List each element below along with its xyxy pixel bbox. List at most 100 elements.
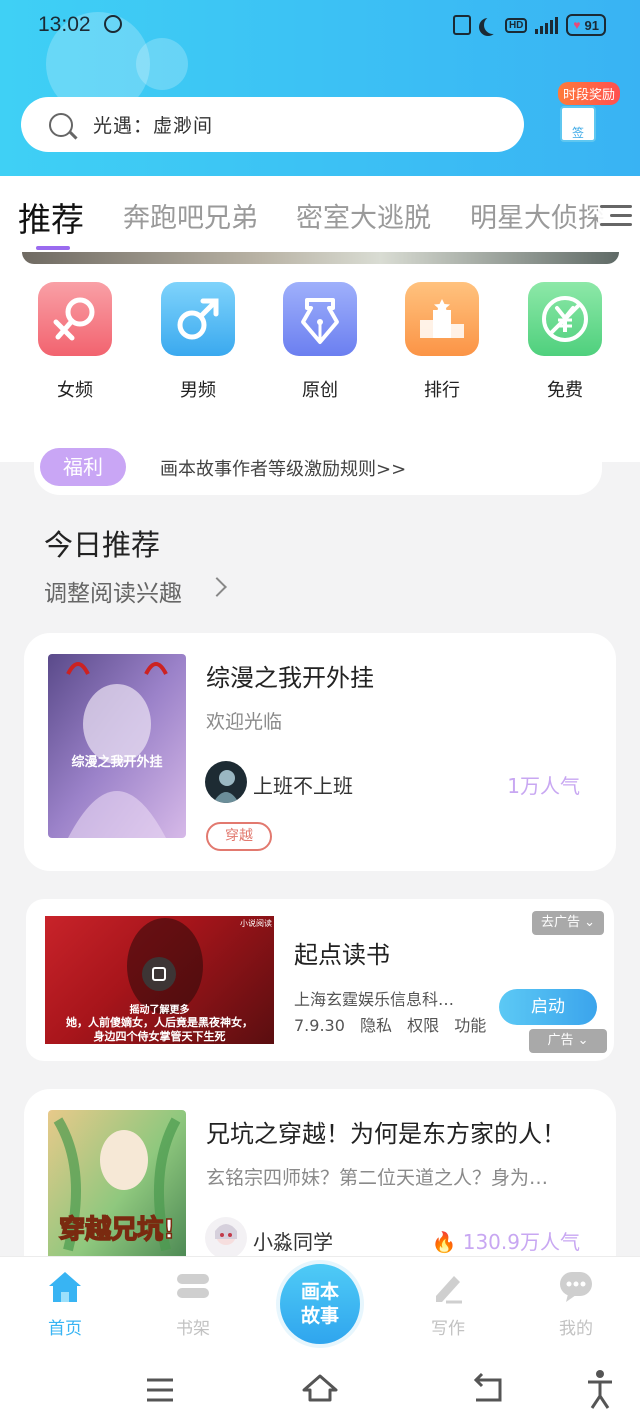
center-label-line2: 故事 [300, 1305, 339, 1327]
yuan-icon [528, 282, 602, 356]
nav-label: 书架 [176, 1319, 210, 1339]
heart-icon: ♥ [573, 18, 581, 32]
category-label: 排行 [424, 380, 460, 401]
avatar[interactable] [205, 761, 247, 803]
category-label: 原创 [302, 380, 338, 401]
hd-icon: HD [504, 17, 528, 33]
time-reward-button[interactable]: 时段奖励 签 [552, 82, 626, 148]
book-cover[interactable]: 综漫之我开外挂 [48, 654, 186, 838]
category-free[interactable]: 免费 [528, 282, 602, 402]
accessibility-icon[interactable] [588, 1370, 612, 1409]
checkin-label: 签 [571, 126, 584, 140]
nav-write[interactable]: 写作 [416, 1270, 480, 1339]
recents-icon[interactable] [147, 1378, 173, 1402]
story-center-button[interactable]: 画本 故事 [276, 1260, 364, 1348]
ad-caption: 身边四个侍女掌管天下生死 [93, 1030, 226, 1043]
male-icon [161, 282, 235, 356]
notice-text: 画本故事作者等级激励规则>> [160, 459, 407, 480]
ad-card[interactable]: 摇动了解更多 她，人前傻嫡女，人后竟是黑夜神女， 身边四个侍女掌管天下生死 小说… [26, 899, 614, 1061]
book-title: 兄坑之穿越！为何是东方家的人！ [206, 1120, 566, 1148]
popularity-value: 130.9万人气 [462, 1230, 580, 1254]
tab-active-indicator [36, 246, 70, 250]
home-icon [47, 1270, 83, 1304]
center-label-line1: 画本 [300, 1281, 339, 1303]
ad-label-text: 广告 [547, 1033, 574, 1048]
ad-meta: 7.9.30 隐私 权限 功能 [294, 1012, 496, 1036]
tab-detective[interactable]: 明星大侦探 [470, 196, 604, 235]
nav-label: 我的 [559, 1319, 593, 1339]
flame-icon: 🔥 [431, 1230, 457, 1254]
nav-mine[interactable]: 我的 [544, 1270, 608, 1339]
ad-privacy-link[interactable]: 隐私 [360, 1016, 392, 1035]
category-label: 免费 [547, 380, 583, 401]
pencil-icon [430, 1270, 466, 1304]
book-title: 综漫之我开外挂 [206, 664, 374, 692]
chat-bubble-icon [558, 1270, 594, 1304]
moon-icon [484, 16, 502, 34]
genre-tag[interactable]: 穿越 [206, 822, 272, 851]
menu-icon[interactable] [598, 201, 634, 231]
ad-permissions-link[interactable]: 权限 [407, 1016, 439, 1035]
ad-image[interactable]: 摇动了解更多 她，人前傻嫡女，人后竟是黑夜神女， 身边四个侍女掌管天下生死 小说… [45, 916, 274, 1044]
battery-level: 91 [584, 17, 599, 33]
welfare-tag: 福利 [40, 448, 126, 486]
category-label: 女频 [57, 380, 93, 401]
book-desc: 玄铭宗四师妹？第二位天道之人？身为… [206, 1167, 549, 1189]
signal-icon [535, 16, 559, 34]
banner-image[interactable] [22, 252, 619, 264]
category-original[interactable]: 原创 [283, 282, 357, 402]
popularity: 1万人气 [507, 774, 580, 798]
tab-escape-room[interactable]: 密室大逃脱 [296, 196, 431, 235]
ad-label[interactable]: 广告 ⌄ [529, 1029, 607, 1053]
podium-icon [405, 282, 479, 356]
category-female[interactable]: 女频 [38, 282, 112, 402]
pen-icon [283, 282, 357, 356]
category-label: 男频 [180, 380, 216, 401]
book-desc: 欢迎光临 [206, 711, 283, 733]
cover-title: 综漫之我开外挂 [71, 754, 162, 770]
category-male[interactable]: 男频 [161, 282, 235, 402]
adjust-interest-link[interactable]: 调整阅读兴趣 [44, 574, 182, 608]
remove-ad-label: 去广告 [540, 915, 580, 930]
ad-company: 上海玄霆娱乐信息科… [294, 990, 455, 1009]
remove-ad-button[interactable]: 去广告 ⌄ [532, 911, 604, 935]
nav-home[interactable]: 首页 [33, 1270, 97, 1339]
tab-recommend[interactable]: 推荐 [18, 193, 84, 241]
book-card[interactable]: 综漫之我开外挂 综漫之我开外挂 欢迎光临 上班不上班 1万人气 穿越 [24, 633, 616, 871]
system-nav-bar [0, 1356, 640, 1428]
sync-icon [104, 15, 122, 33]
author-name: 小淼同学 [253, 1230, 333, 1254]
ad-corner-tag: 小说阅读 [240, 919, 272, 928]
category-ranking[interactable]: 排行 [405, 282, 479, 402]
cover-title: 穿越兄坑! [59, 1214, 175, 1245]
vibrate-icon [452, 15, 471, 35]
launch-button[interactable]: 启动 [499, 989, 597, 1025]
status-bar: 13:02 HD ♥ 91 [0, 0, 640, 52]
status-icons: HD ♥ 91 [452, 14, 606, 36]
search-bar[interactable]: 光遇：虚渺间 [21, 97, 524, 152]
home-button-icon[interactable] [302, 1374, 338, 1402]
battery-icon: ♥ 91 [566, 14, 606, 36]
ad-features-link[interactable]: 功能 [454, 1016, 486, 1035]
status-time: 13:02 [38, 13, 91, 36]
bookshelf-icon [175, 1270, 211, 1304]
author-name: 上班不上班 [253, 774, 353, 798]
ad-version: 7.9.30 [294, 1016, 345, 1035]
search-placeholder: 光遇：虚渺间 [93, 115, 214, 137]
ad-title: 起点读书 [294, 941, 390, 969]
tab-running-man[interactable]: 奔跑吧兄弟 [123, 196, 258, 235]
reward-badge: 时段奖励 [558, 82, 621, 105]
header: 13:02 HD ♥ 91 光遇：虚渺间 时段奖励 签 [0, 0, 640, 176]
search-icon [49, 112, 73, 137]
notice-bar[interactable]: 福利 画本故事作者等级激励规则>> [34, 438, 602, 495]
nav-label: 首页 [48, 1319, 82, 1339]
section-title: 今日推荐 [44, 528, 161, 562]
nav-label: 写作 [431, 1319, 465, 1339]
avatar[interactable] [205, 1217, 247, 1259]
back-icon[interactable] [473, 1372, 502, 1402]
nav-shelf[interactable]: 书架 [161, 1270, 225, 1339]
chevron-right-icon [207, 577, 227, 597]
gift-icon: 签 [560, 106, 596, 142]
female-icon [38, 282, 112, 356]
popularity: 🔥 130.9万人气 [431, 1226, 580, 1255]
